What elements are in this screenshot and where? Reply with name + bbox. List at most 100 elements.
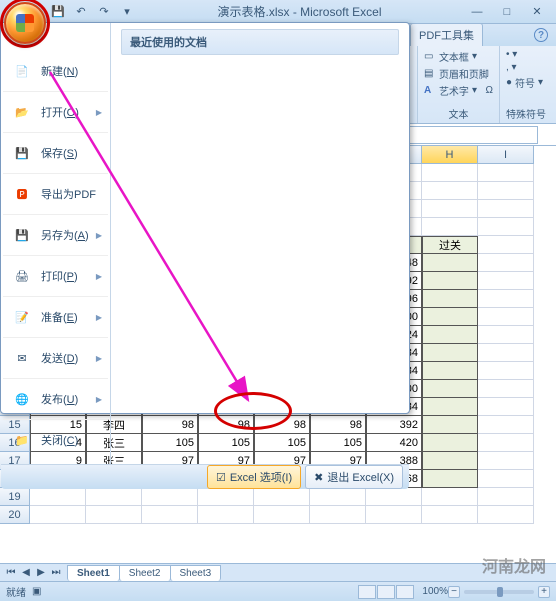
cell[interactable]: [366, 506, 422, 524]
zoom-track[interactable]: [464, 590, 534, 594]
cell[interactable]: [142, 506, 198, 524]
cell[interactable]: [478, 326, 534, 344]
cell[interactable]: [254, 488, 310, 506]
cell[interactable]: [310, 506, 366, 524]
cell[interactable]: [422, 434, 478, 452]
cell[interactable]: [422, 200, 478, 218]
cell[interactable]: [30, 506, 86, 524]
minimize-button[interactable]: —: [462, 2, 492, 22]
menu-item-saveas[interactable]: 💾另存为(A)▶: [3, 215, 108, 256]
comma-button[interactable]: , ▾: [506, 62, 546, 73]
macro-record-icon[interactable]: ▣: [32, 586, 41, 597]
cell[interactable]: [478, 200, 534, 218]
menu-item-send[interactable]: ✉发送(D)▶: [3, 338, 108, 379]
menu-item-publish[interactable]: 🌐发布(U)▶: [3, 379, 108, 420]
cell[interactable]: [254, 506, 310, 524]
zoom-level[interactable]: 100%: [422, 586, 448, 597]
cell[interactable]: [86, 488, 142, 506]
cell[interactable]: [422, 182, 478, 200]
menu-item-new[interactable]: 📄新建(N): [3, 51, 108, 92]
cell[interactable]: [478, 218, 534, 236]
cell[interactable]: [86, 506, 142, 524]
cell[interactable]: [422, 398, 478, 416]
menu-item-print[interactable]: 🖨打印(P)▶: [3, 256, 108, 297]
header-footer-button[interactable]: ▤页眉和页脚: [424, 66, 493, 81]
first-sheet-icon[interactable]: ⏮: [4, 567, 18, 578]
cell[interactable]: [422, 470, 478, 488]
cell[interactable]: [30, 488, 86, 506]
undo-icon[interactable]: ↶: [71, 2, 91, 22]
cell[interactable]: [198, 488, 254, 506]
menu-item-prepare[interactable]: 📝准备(E)▶: [3, 297, 108, 338]
cell[interactable]: [478, 434, 534, 452]
cell[interactable]: [422, 344, 478, 362]
cell[interactable]: 过关: [422, 236, 478, 254]
cell[interactable]: [422, 254, 478, 272]
cell[interactable]: [422, 290, 478, 308]
row-header[interactable]: 20: [0, 506, 30, 524]
cell[interactable]: [142, 488, 198, 506]
last-sheet-icon[interactable]: ⏭: [49, 567, 63, 578]
maximize-button[interactable]: □: [492, 2, 522, 22]
cell[interactable]: [478, 470, 534, 488]
cell[interactable]: [478, 308, 534, 326]
cell[interactable]: [478, 344, 534, 362]
cell[interactable]: [366, 488, 422, 506]
next-sheet-icon[interactable]: ▶: [34, 567, 48, 578]
textbox-button[interactable]: ▭文本框 ▾: [424, 49, 493, 64]
menu-item-open[interactable]: 📂打开(O)▶: [3, 92, 108, 133]
cell[interactable]: [310, 488, 366, 506]
cell[interactable]: [478, 398, 534, 416]
col-header-H[interactable]: H: [422, 146, 478, 164]
menu-item-save[interactable]: 💾保存(S): [3, 133, 108, 174]
cell[interactable]: [478, 488, 534, 506]
menu-item-pdf[interactable]: 🅿导出为PDF: [3, 174, 108, 215]
zoom-in-button[interactable]: +: [538, 586, 550, 598]
cell[interactable]: [422, 416, 478, 434]
wordart-button[interactable]: A艺术字 ▾ Ω: [424, 83, 493, 98]
menu-item-close[interactable]: 📁关闭(C): [3, 420, 108, 460]
qat-customize-icon[interactable]: ▾: [117, 2, 137, 22]
cell[interactable]: [478, 272, 534, 290]
sheet-tab[interactable]: Sheet2: [119, 565, 171, 581]
dot-button[interactable]: • ▾: [506, 49, 546, 60]
sheet-tab[interactable]: Sheet3: [170, 565, 222, 581]
row-header[interactable]: 19: [0, 488, 30, 506]
cell[interactable]: [478, 362, 534, 380]
cell[interactable]: [478, 164, 534, 182]
cell[interactable]: [478, 236, 534, 254]
cell[interactable]: [478, 290, 534, 308]
zoom-thumb[interactable]: [497, 587, 503, 597]
save-icon[interactable]: 💾: [48, 2, 68, 22]
cell[interactable]: [422, 488, 478, 506]
normal-view-button[interactable]: [358, 585, 376, 599]
symbol-button[interactable]: ● 符号 ▾: [506, 75, 546, 90]
cell[interactable]: [422, 272, 478, 290]
zoom-out-button[interactable]: −: [448, 586, 460, 598]
excel-options-button[interactable]: ☑Excel 选项(I): [207, 465, 301, 489]
cell[interactable]: [422, 218, 478, 236]
cell[interactable]: [422, 308, 478, 326]
cell[interactable]: [198, 506, 254, 524]
cell[interactable]: [422, 164, 478, 182]
cell[interactable]: [422, 362, 478, 380]
sheet-tab[interactable]: Sheet1: [67, 565, 120, 581]
cell[interactable]: [478, 452, 534, 470]
cell[interactable]: [422, 452, 478, 470]
close-button[interactable]: ✕: [522, 2, 552, 22]
prev-sheet-icon[interactable]: ◀: [19, 567, 33, 578]
omega-icon[interactable]: Ω: [486, 85, 493, 96]
redo-icon[interactable]: ↷: [94, 2, 114, 22]
tab-pdf-tools[interactable]: PDF工具集: [410, 23, 483, 46]
cell[interactable]: [478, 182, 534, 200]
cell[interactable]: [478, 506, 534, 524]
page-break-view-button[interactable]: [396, 585, 414, 599]
col-header-I[interactable]: I: [478, 146, 534, 164]
page-layout-view-button[interactable]: [377, 585, 395, 599]
cell[interactable]: [422, 380, 478, 398]
cell[interactable]: [478, 254, 534, 272]
cell[interactable]: [478, 380, 534, 398]
cell[interactable]: [478, 416, 534, 434]
cell[interactable]: [422, 326, 478, 344]
office-button[interactable]: [4, 2, 46, 44]
